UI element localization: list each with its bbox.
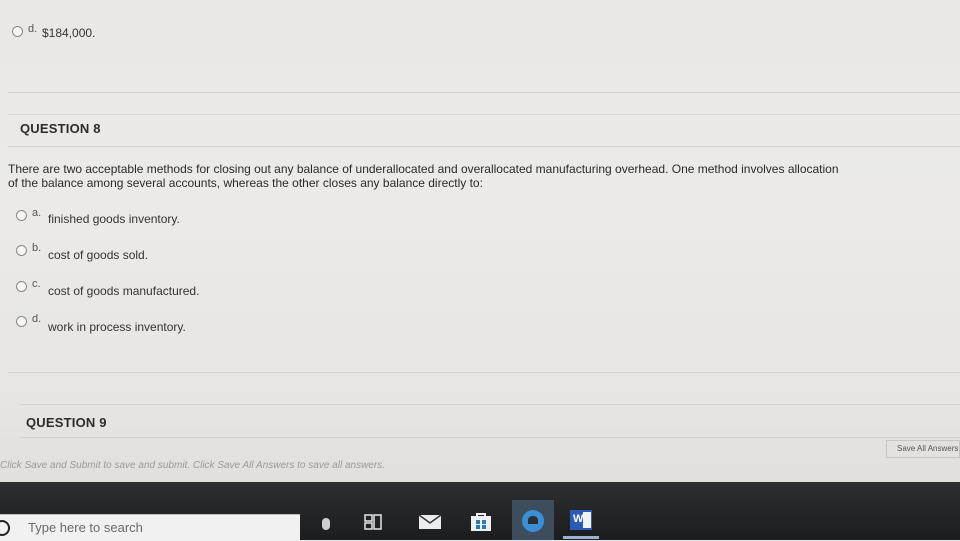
prev-option-d-letter: d.: [28, 23, 38, 35]
question8-prompt: There are two acceptable methods for clo…: [8, 162, 958, 190]
option-b-text[interactable]: cost of goods sold.: [48, 248, 148, 262]
question8-bottom-divider: [8, 372, 960, 373]
option-d-text[interactable]: work in process inventory.: [48, 320, 186, 334]
word-icon-page: [583, 512, 591, 528]
option-d-radio[interactable]: [16, 316, 27, 327]
question9-header: QUESTION 9: [26, 415, 107, 430]
taskbar-search-box[interactable]: Type here to search: [0, 514, 300, 541]
option-a-radio[interactable]: [16, 210, 27, 221]
question8-prompt-line2: of the balance among several accounts, w…: [8, 176, 483, 190]
task-view-svg: [364, 514, 382, 530]
option-a-letter: a.: [32, 207, 42, 219]
store-svg: [471, 513, 491, 531]
word-icon-letter: W: [573, 513, 584, 525]
option-c-text[interactable]: cost of goods manufactured.: [48, 284, 199, 298]
save-all-answers-label: Save All Answers: [897, 444, 959, 453]
search-circle-icon: [0, 520, 10, 536]
option-b-radio[interactable]: [16, 245, 27, 256]
question8-header: QUESTION 8: [20, 121, 101, 136]
question9-header-bottom-line: [20, 437, 960, 438]
footer-instructions: Click Save and Submit to save and submit…: [0, 460, 385, 471]
option-c-radio[interactable]: [16, 281, 27, 292]
edge-icon[interactable]: [522, 510, 544, 532]
option-a-text[interactable]: finished goods inventory.: [48, 212, 180, 226]
mail-svg: [418, 514, 442, 529]
prev-option-d-text: $184,000.: [42, 26, 96, 40]
question9-header-line: [20, 404, 960, 405]
store-icon[interactable]: [470, 512, 492, 532]
option-d-letter: d.: [32, 313, 42, 325]
prev-option-d-radio[interactable]: [12, 26, 23, 37]
word-active-underline: [563, 536, 599, 539]
taskbar-search-placeholder: Type here to search: [28, 520, 143, 535]
question8-header-bottom-line: [8, 146, 960, 147]
divider: [8, 92, 960, 93]
microphone-icon[interactable]: [322, 518, 330, 530]
task-view-icon[interactable]: [364, 514, 382, 530]
word-icon[interactable]: W: [570, 510, 592, 530]
save-all-answers-button[interactable]: Save All Answers: [886, 440, 960, 458]
edge-icon-curve: [528, 516, 538, 524]
option-c-letter: c.: [32, 278, 41, 290]
mail-icon[interactable]: [418, 514, 442, 530]
question8-prompt-line1: There are two acceptable methods for clo…: [8, 162, 839, 176]
question8-header-line: [8, 114, 960, 115]
option-b-letter: b.: [32, 242, 42, 254]
